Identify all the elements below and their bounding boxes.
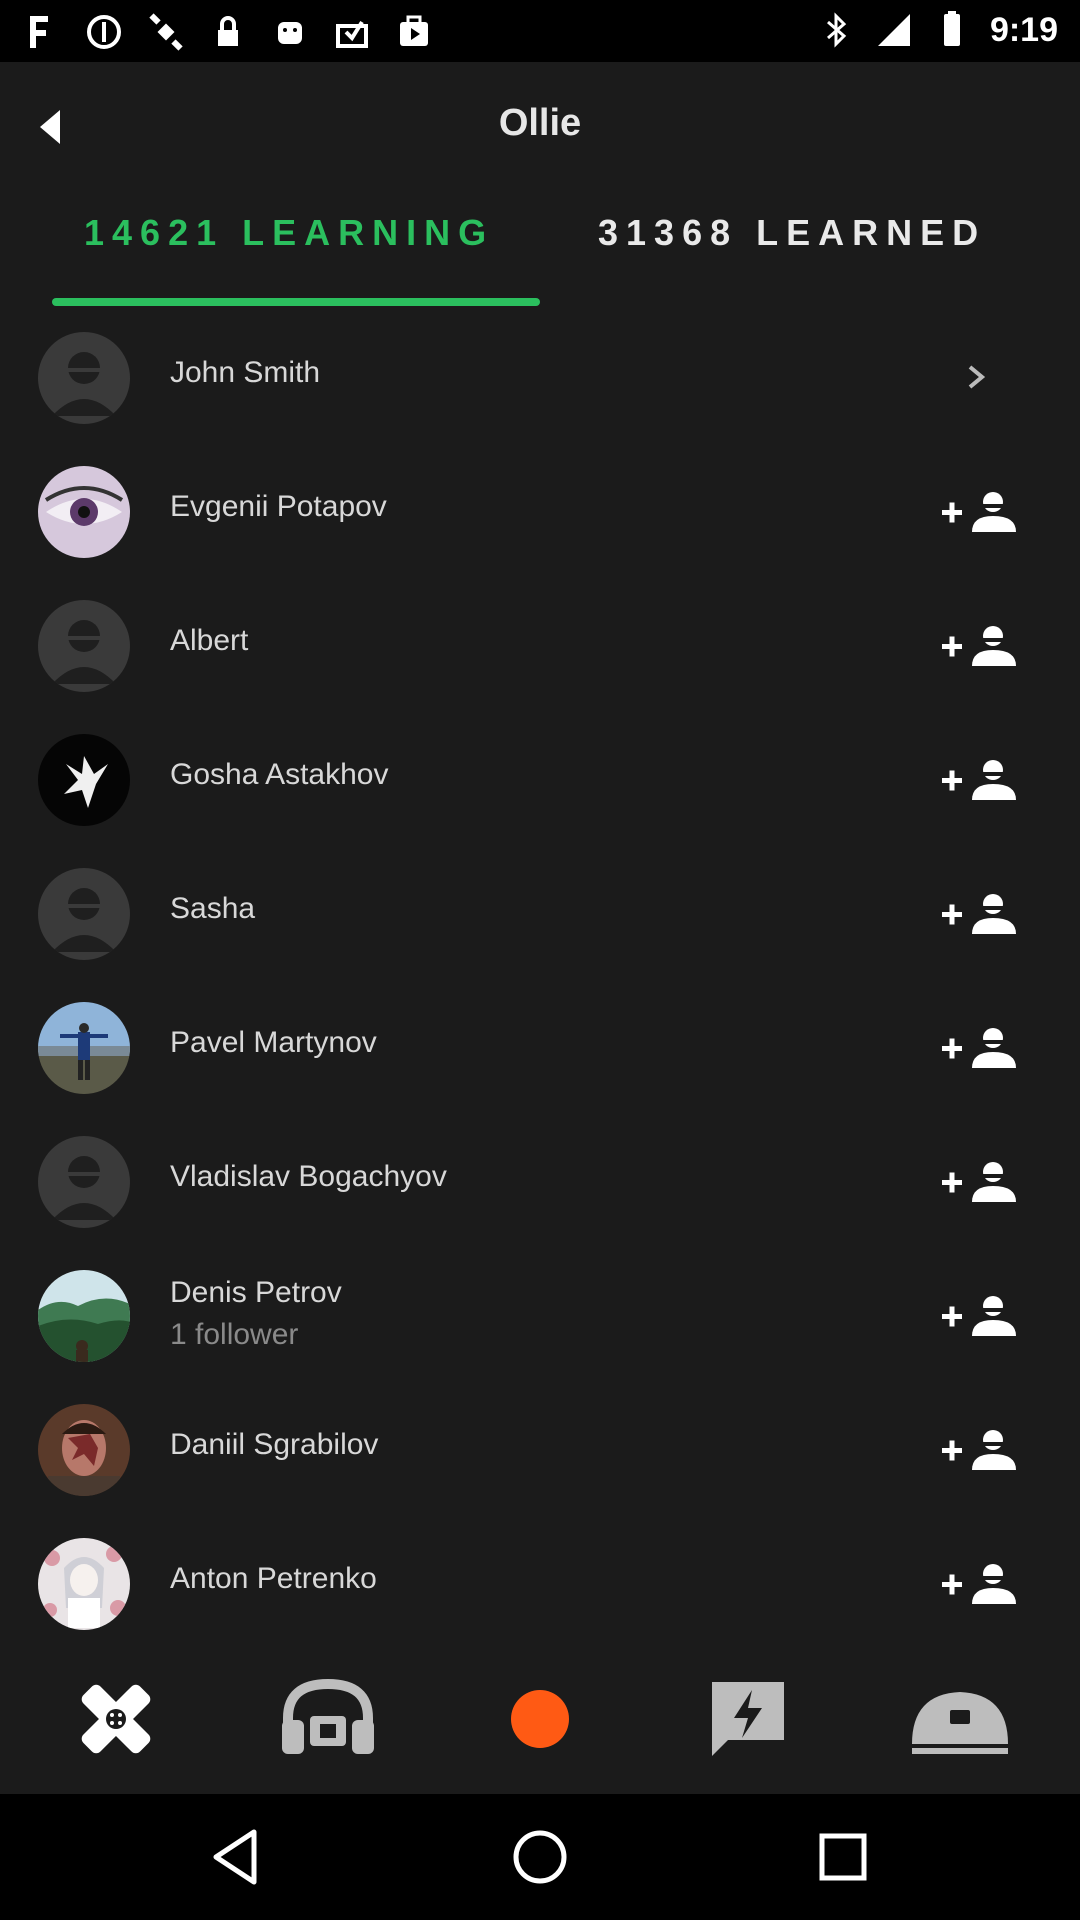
avatar	[38, 1136, 130, 1228]
lock-icon	[218, 16, 238, 46]
avatar	[38, 868, 130, 960]
android-icon	[278, 22, 302, 44]
list-item[interactable]: Gosha Astakhov	[0, 712, 1080, 846]
user-name: Gosha Astakhov	[170, 758, 389, 791]
user-list: John Smith Evgenii Potapov Albert Gosha …	[0, 310, 1080, 1650]
lightning-chat-icon[interactable]	[698, 1674, 798, 1764]
status-icons-right: 9:19	[816, 10, 1058, 50]
record-icon[interactable]	[490, 1674, 590, 1764]
status-icons-left	[22, 12, 434, 52]
add-friend-icon[interactable]	[940, 1426, 1020, 1474]
home-circle-icon[interactable]	[505, 1822, 575, 1892]
user-name: John Smith	[170, 356, 321, 389]
header: Ollie	[0, 62, 1080, 192]
back-triangle-icon[interactable]	[202, 1822, 272, 1892]
user-name: Daniil Sgrabilov	[170, 1428, 379, 1461]
add-friend-icon[interactable]	[940, 488, 1020, 536]
avatar	[38, 466, 130, 558]
recents-square-icon[interactable]	[808, 1822, 878, 1892]
add-friend-icon[interactable]	[940, 622, 1020, 670]
user-name: Sasha	[170, 892, 256, 925]
active-tab-indicator	[52, 298, 540, 306]
user-name: Anton Petrenko	[170, 1562, 377, 1595]
list-item[interactable]: Daniil Sgrabilov	[0, 1382, 1080, 1516]
avatar	[38, 1538, 130, 1630]
tab-learning[interactable]: 14621 LEARNING	[84, 212, 494, 254]
list-item[interactable]: Anton Petrenko	[0, 1516, 1080, 1650]
avatar	[38, 734, 130, 826]
headphones-icon[interactable]	[278, 1674, 378, 1764]
add-friend-icon[interactable]	[940, 756, 1020, 804]
follower-count: 1 follower	[170, 1318, 299, 1351]
avatar	[38, 1002, 130, 1094]
user-name: Denis Petrov	[170, 1276, 342, 1309]
fake-gps-icon	[30, 16, 48, 48]
user-name: Albert	[170, 624, 249, 657]
chevron-right-icon[interactable]	[964, 357, 988, 397]
add-friend-icon[interactable]	[940, 1024, 1020, 1072]
list-item[interactable]: Denis Petrov 1 follower	[0, 1248, 1080, 1382]
tools-icon[interactable]	[66, 1674, 166, 1764]
avatar	[38, 1270, 130, 1362]
system-nav-bar	[0, 1794, 1080, 1920]
add-friend-icon[interactable]	[940, 1560, 1020, 1608]
add-friend-icon[interactable]	[940, 1292, 1020, 1340]
tab-bar: 14621 LEARNING 31368 LEARNED	[0, 192, 1080, 310]
list-item[interactable]: Vladislav Bogachyov	[0, 1114, 1080, 1248]
user-profile-icon[interactable]	[910, 1674, 1010, 1764]
list-item[interactable]: Sasha	[0, 846, 1080, 980]
do-not-disturb-icon	[87, 15, 121, 49]
mailbox-icon	[336, 20, 368, 48]
status-bar: 9:19	[0, 0, 1080, 62]
avatar	[38, 332, 130, 424]
page-title: Ollie	[498, 102, 582, 144]
avatar	[38, 600, 130, 692]
avatar	[38, 1404, 130, 1496]
user-name: Pavel Martynov	[170, 1026, 377, 1059]
list-item[interactable]: Evgenii Potapov	[0, 444, 1080, 578]
status-time: 9:19	[989, 10, 1058, 49]
add-friend-icon[interactable]	[940, 1158, 1020, 1206]
tab-learned[interactable]: 31368 LEARNED	[598, 212, 986, 254]
signal-icon	[877, 14, 910, 46]
satellite-icon	[149, 13, 183, 51]
play-store-icon	[400, 15, 428, 46]
list-item[interactable]: Albert	[0, 578, 1080, 712]
user-name: Vladislav Bogachyov	[170, 1160, 447, 1193]
list-item[interactable]: Pavel Martynov	[0, 980, 1080, 1114]
bottom-nav	[0, 1650, 1080, 1794]
list-item[interactable]: John Smith	[0, 310, 1080, 444]
battery-icon	[943, 11, 960, 46]
bluetooth-icon	[826, 12, 847, 48]
add-friend-icon[interactable]	[940, 890, 1020, 938]
user-name: Evgenii Potapov	[170, 490, 387, 523]
